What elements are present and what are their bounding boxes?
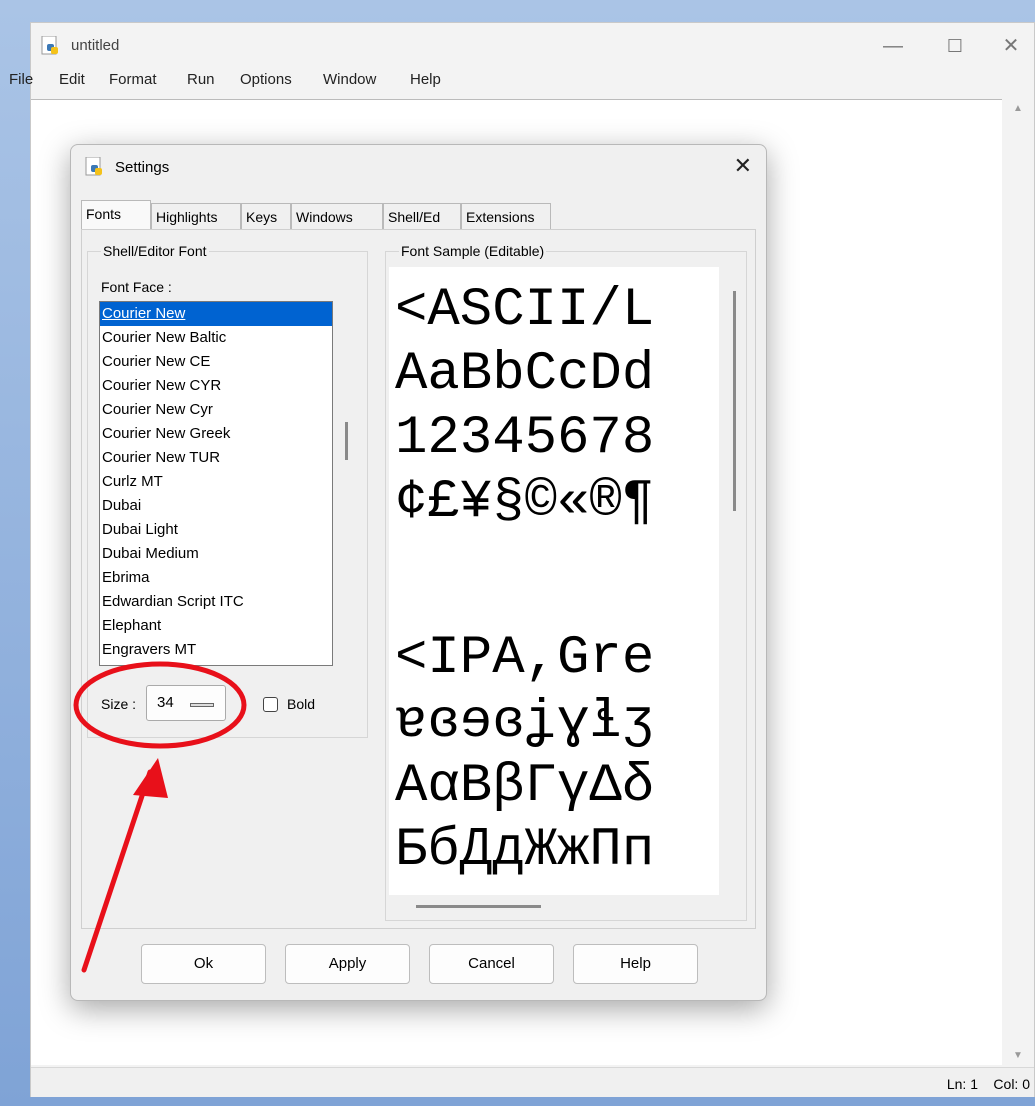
- sample-line: ɐɞɘɞʝɣɬʒ: [395, 692, 655, 753]
- list-item[interactable]: Engravers MT: [100, 638, 332, 662]
- size-label: Size :: [101, 696, 137, 712]
- font-face-listbox[interactable]: Courier New Courier New Baltic Courier N…: [99, 301, 333, 666]
- font-size-menubutton[interactable]: 34: [146, 685, 226, 721]
- list-item[interactable]: Courier New TUR: [100, 446, 332, 470]
- python-file-icon: [85, 157, 102, 176]
- tab-highlights[interactable]: Highlights: [151, 203, 241, 230]
- tab-fonts[interactable]: Fonts: [81, 200, 151, 230]
- sample-line: <ASCII/L: [395, 280, 655, 341]
- ok-button[interactable]: Ok: [141, 944, 266, 984]
- close-window-button[interactable]: ✕: [996, 33, 1026, 59]
- maximize-button[interactable]: ☐: [940, 33, 970, 59]
- menu-window[interactable]: Window: [323, 71, 376, 88]
- menu-format[interactable]: Format: [109, 71, 157, 88]
- font-group-title: Shell/Editor Font: [101, 243, 209, 259]
- tab-extensions[interactable]: Extensions: [461, 203, 551, 230]
- list-item[interactable]: Courier New: [100, 302, 332, 326]
- editor-scrollbar[interactable]: ▲ ▼: [1002, 99, 1034, 1065]
- list-item[interactable]: Dubai Light: [100, 518, 332, 542]
- title-bar: untitled — ☐ ✕: [31, 23, 1034, 67]
- font-sample-text[interactable]: <ASCII/L AaBbCcDd 12345678 ¢£¥§©«®¶ <IPA…: [389, 267, 719, 895]
- tab-keys[interactable]: Keys: [241, 203, 291, 230]
- sample-line: AαBβΓγΔδ: [395, 756, 655, 817]
- list-item[interactable]: Courier New Cyr: [100, 398, 332, 422]
- bold-checkbox[interactable]: [263, 697, 278, 712]
- list-item[interactable]: Ebrima: [100, 566, 332, 590]
- help-button[interactable]: Help: [573, 944, 698, 984]
- menu-file[interactable]: File: [9, 71, 33, 88]
- font-face-label: Font Face :: [101, 279, 172, 295]
- status-bar: Ln: 1 Col: 0: [31, 1067, 1034, 1097]
- font-sample-title: Font Sample (Editable): [399, 243, 547, 259]
- sample-horizontal-scrollbar[interactable]: [416, 905, 541, 908]
- font-size-value: 34: [157, 694, 174, 711]
- tab-windows[interactable]: Windows: [291, 203, 383, 230]
- scroll-up-arrow-icon[interactable]: ▲: [1013, 103, 1023, 114]
- font-list-scrollbar[interactable]: [345, 422, 348, 460]
- option-menu-indicator-icon: [190, 703, 214, 707]
- list-item[interactable]: Edwardian Script ITC: [100, 590, 332, 614]
- list-item[interactable]: Dubai Medium: [100, 542, 332, 566]
- bold-label: Bold: [287, 696, 316, 712]
- menu-run[interactable]: Run: [187, 71, 215, 88]
- sample-line: БбДдЖжПп: [395, 820, 655, 881]
- sample-line: <IPA,Gre: [395, 628, 655, 689]
- list-item[interactable]: Courier New Baltic: [100, 326, 332, 350]
- sample-line: AaBbCcDd: [395, 344, 655, 405]
- list-item[interactable]: Curlz MT: [100, 470, 332, 494]
- list-item[interactable]: Courier New CYR: [100, 374, 332, 398]
- sample-vertical-scrollbar[interactable]: [733, 291, 736, 511]
- sample-line: ¢£¥§©«®¶: [395, 472, 655, 533]
- cancel-button[interactable]: Cancel: [429, 944, 554, 984]
- window-title: untitled: [71, 37, 120, 54]
- sample-line: 12345678: [395, 408, 655, 469]
- menu-help[interactable]: Help: [410, 71, 441, 88]
- status-column: Col: 0: [993, 1076, 1030, 1092]
- status-line: Ln: 1: [946, 1076, 978, 1092]
- list-item[interactable]: Courier New CE: [100, 350, 332, 374]
- python-file-icon: [41, 36, 58, 55]
- dialog-close-button[interactable]: ✕: [734, 153, 752, 179]
- menu-options[interactable]: Options: [240, 71, 292, 88]
- list-item[interactable]: Elephant: [100, 614, 332, 638]
- list-item[interactable]: Dubai: [100, 494, 332, 518]
- settings-dialog: Settings ✕ Fonts Highlights Keys Windows…: [70, 144, 767, 1001]
- tab-shell-ed[interactable]: Shell/Ed: [383, 203, 461, 230]
- scroll-down-arrow-icon[interactable]: ▼: [1013, 1050, 1023, 1061]
- menu-edit[interactable]: Edit: [59, 71, 85, 88]
- minimize-button[interactable]: —: [878, 33, 908, 59]
- apply-button[interactable]: Apply: [285, 944, 410, 984]
- list-item[interactable]: Courier New Greek: [100, 422, 332, 446]
- dialog-title: Settings: [115, 159, 170, 176]
